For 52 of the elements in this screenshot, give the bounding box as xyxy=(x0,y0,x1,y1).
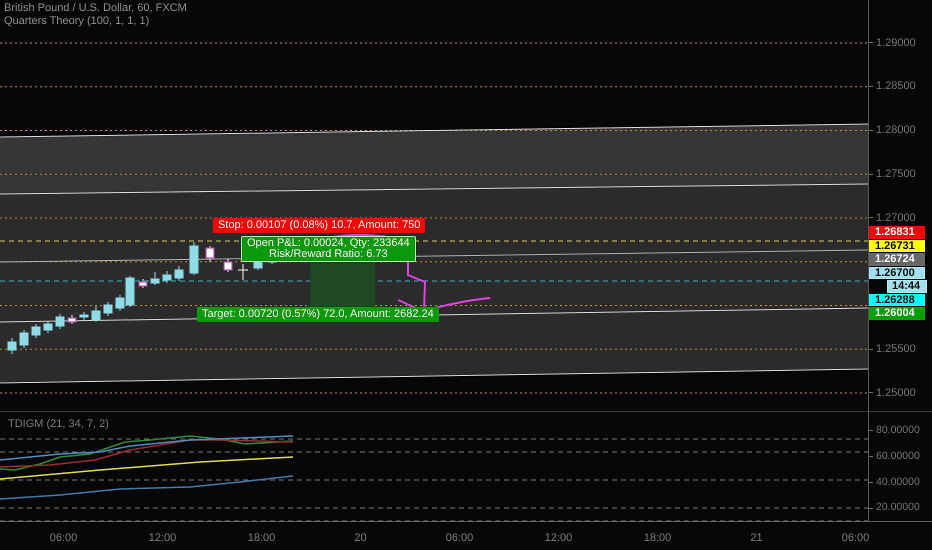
candle xyxy=(80,312,88,320)
oscillator-tick: 20.00000 xyxy=(876,500,920,516)
time-tick: 06:00 xyxy=(50,531,78,546)
time-tick: 06:00 xyxy=(446,531,474,546)
price-label: 1.26700 xyxy=(869,266,925,279)
time-tick: 06:00 xyxy=(842,531,870,546)
price-label: 1.26004 xyxy=(869,307,925,320)
target-label: Target: 0.00720 (0.57%) 72.0, Amount: 2682.24 xyxy=(197,307,439,322)
candle xyxy=(44,320,52,334)
candle xyxy=(150,272,160,286)
candle xyxy=(92,306,100,322)
candle xyxy=(138,278,148,288)
price-tick: 1.25500 xyxy=(876,342,916,357)
risk-reward-text: Risk/Reward Ratio: 6.73 xyxy=(269,249,388,260)
price-tick: 1.29000 xyxy=(876,36,916,51)
price-tick: 1.27500 xyxy=(876,166,916,182)
candle xyxy=(206,246,214,262)
time-tick: 12:00 xyxy=(544,531,572,546)
oscillator-tick: 60.00000 xyxy=(876,448,920,464)
candle xyxy=(174,266,184,282)
price-label: 1.26731 xyxy=(869,240,925,252)
indicator-pane-title: TDIGM (21, 34, 7, 2) xyxy=(8,417,109,432)
target-zone xyxy=(310,262,375,308)
open-pnl-text: Open P&L: 0.00024, Qty: 233644 xyxy=(247,238,410,249)
candle xyxy=(68,314,76,324)
oscillator-tick: 80.00000 xyxy=(876,423,920,438)
price-tick: 1.28500 xyxy=(876,79,916,94)
price-label: 1.26288 xyxy=(869,294,925,306)
price-label: 1.26831 xyxy=(869,226,925,238)
candle xyxy=(8,338,16,354)
candle xyxy=(104,302,112,316)
time-tick: 12:00 xyxy=(148,531,176,546)
candle xyxy=(190,242,198,276)
candle xyxy=(32,324,40,338)
time-tick: 21 xyxy=(750,531,763,546)
candle xyxy=(56,314,64,330)
countdown-label: 14:44 xyxy=(887,280,927,292)
price-label: 1.26724 xyxy=(869,253,925,266)
candle xyxy=(162,270,172,284)
candle xyxy=(238,264,248,280)
price-tick: 1.25000 xyxy=(876,386,916,401)
candle xyxy=(224,258,232,272)
price-tick: 1.27000 xyxy=(876,210,916,226)
stop-label: Stop: 0.00107 (0.08%) 10.7, Amount: 750 xyxy=(213,218,426,233)
candle xyxy=(20,330,28,348)
oscillator-tick: 40.00000 xyxy=(876,474,920,490)
time-tick: 18:00 xyxy=(644,531,672,546)
time-tick: 18:00 xyxy=(248,531,276,546)
price-tick: 1.28000 xyxy=(876,123,916,138)
time-tick: 20 xyxy=(354,531,367,546)
indicator-title: Quarters Theory (100, 1, 1, 1) xyxy=(4,15,150,28)
symbol-title: British Pound / U.S. Dollar, 60, FXCM xyxy=(4,2,187,15)
